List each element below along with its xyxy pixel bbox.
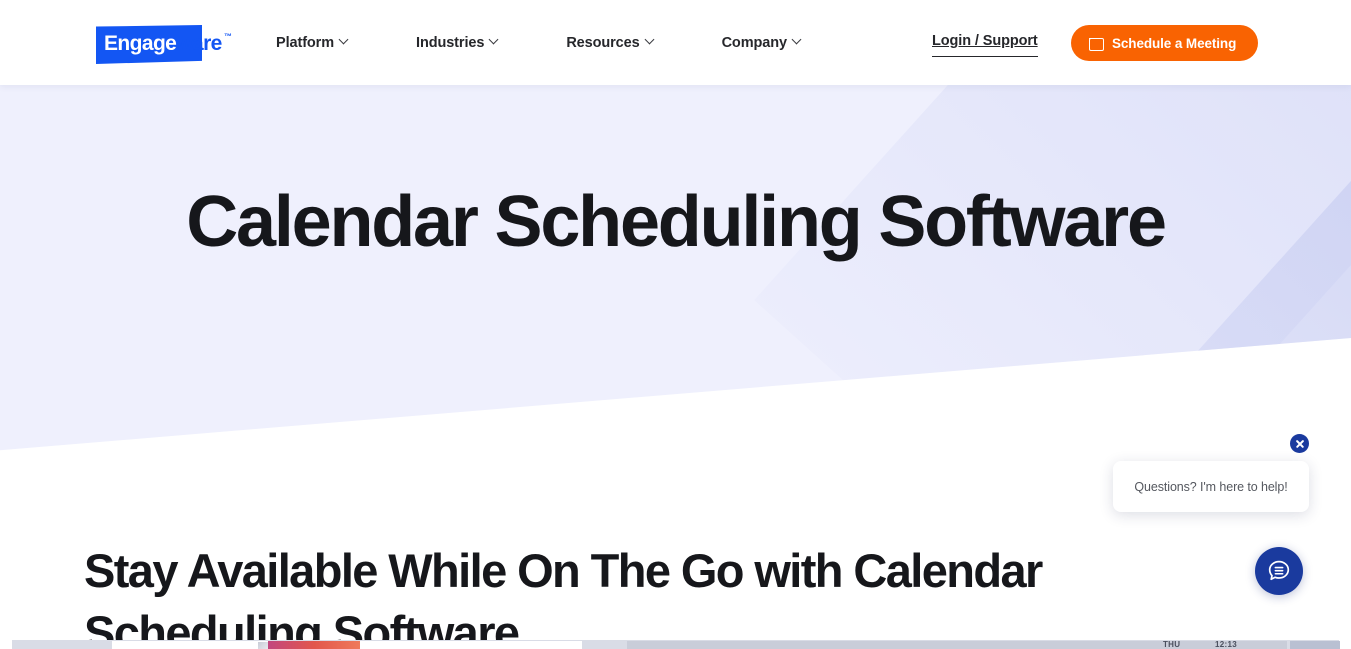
nav-item-resources-label: Resources	[566, 34, 640, 51]
chat-launcher-button[interactable]	[1255, 547, 1303, 595]
nav-item-platform[interactable]: Platform	[276, 35, 349, 51]
page-root: Engageware ™ Platform Industries Resourc…	[0, 0, 1351, 649]
hero-section: Calendar Scheduling Software Stay Availa…	[0, 85, 1351, 649]
login-support-link[interactable]: Login / Support	[932, 33, 1038, 57]
nav-item-company-label: Company	[721, 34, 787, 51]
logo-wordmark: Engageware	[104, 33, 222, 54]
chevron-down-icon	[490, 36, 499, 45]
engageware-logo[interactable]: Engageware ™	[96, 22, 246, 64]
chat-tooltip-text: Questions? I'm here to help!	[1134, 479, 1288, 494]
logo-trademark-symbol: ™	[224, 32, 232, 41]
schedule-a-meeting-label: Schedule a Meeting	[1112, 35, 1237, 51]
sliver-far-right-panel	[1290, 641, 1340, 649]
page-title: Calendar Scheduling Software	[186, 182, 1167, 262]
chat-bubble-icon	[1268, 560, 1290, 581]
nav-item-company[interactable]: Company	[722, 35, 802, 51]
chevron-down-icon	[793, 36, 802, 45]
main-navigation: Platform Industries Resources Company	[276, 0, 802, 85]
sliver-day-label: THU	[1163, 640, 1181, 649]
below-fold-image-sliver: THU 12:13	[0, 637, 1351, 649]
nav-item-industries-label: Industries	[416, 34, 485, 51]
chevron-down-icon	[646, 36, 655, 45]
nav-item-industries[interactable]: Industries	[416, 35, 499, 51]
site-header: Engageware ™ Platform Industries Resourc…	[0, 0, 1351, 85]
sliver-gradient-block	[268, 641, 360, 649]
chat-tooltip[interactable]: Questions? I'm here to help!	[1113, 461, 1309, 512]
schedule-a-meeting-button[interactable]: Schedule a Meeting	[1071, 25, 1259, 61]
chevron-down-icon	[340, 36, 349, 45]
section-heading: Stay Available While On The Go with Cale…	[84, 544, 1043, 649]
nav-item-platform-label: Platform	[276, 34, 335, 51]
logo-text-ware: ware	[176, 32, 222, 55]
logo-text-engage: Engage	[104, 32, 177, 55]
sliver-time-label: 12:13	[1215, 640, 1237, 649]
chat-close-button[interactable]	[1290, 434, 1309, 453]
calendar-icon	[1089, 36, 1104, 51]
sliver-right-panel	[627, 641, 1287, 649]
nav-item-resources[interactable]: Resources	[566, 35, 654, 51]
